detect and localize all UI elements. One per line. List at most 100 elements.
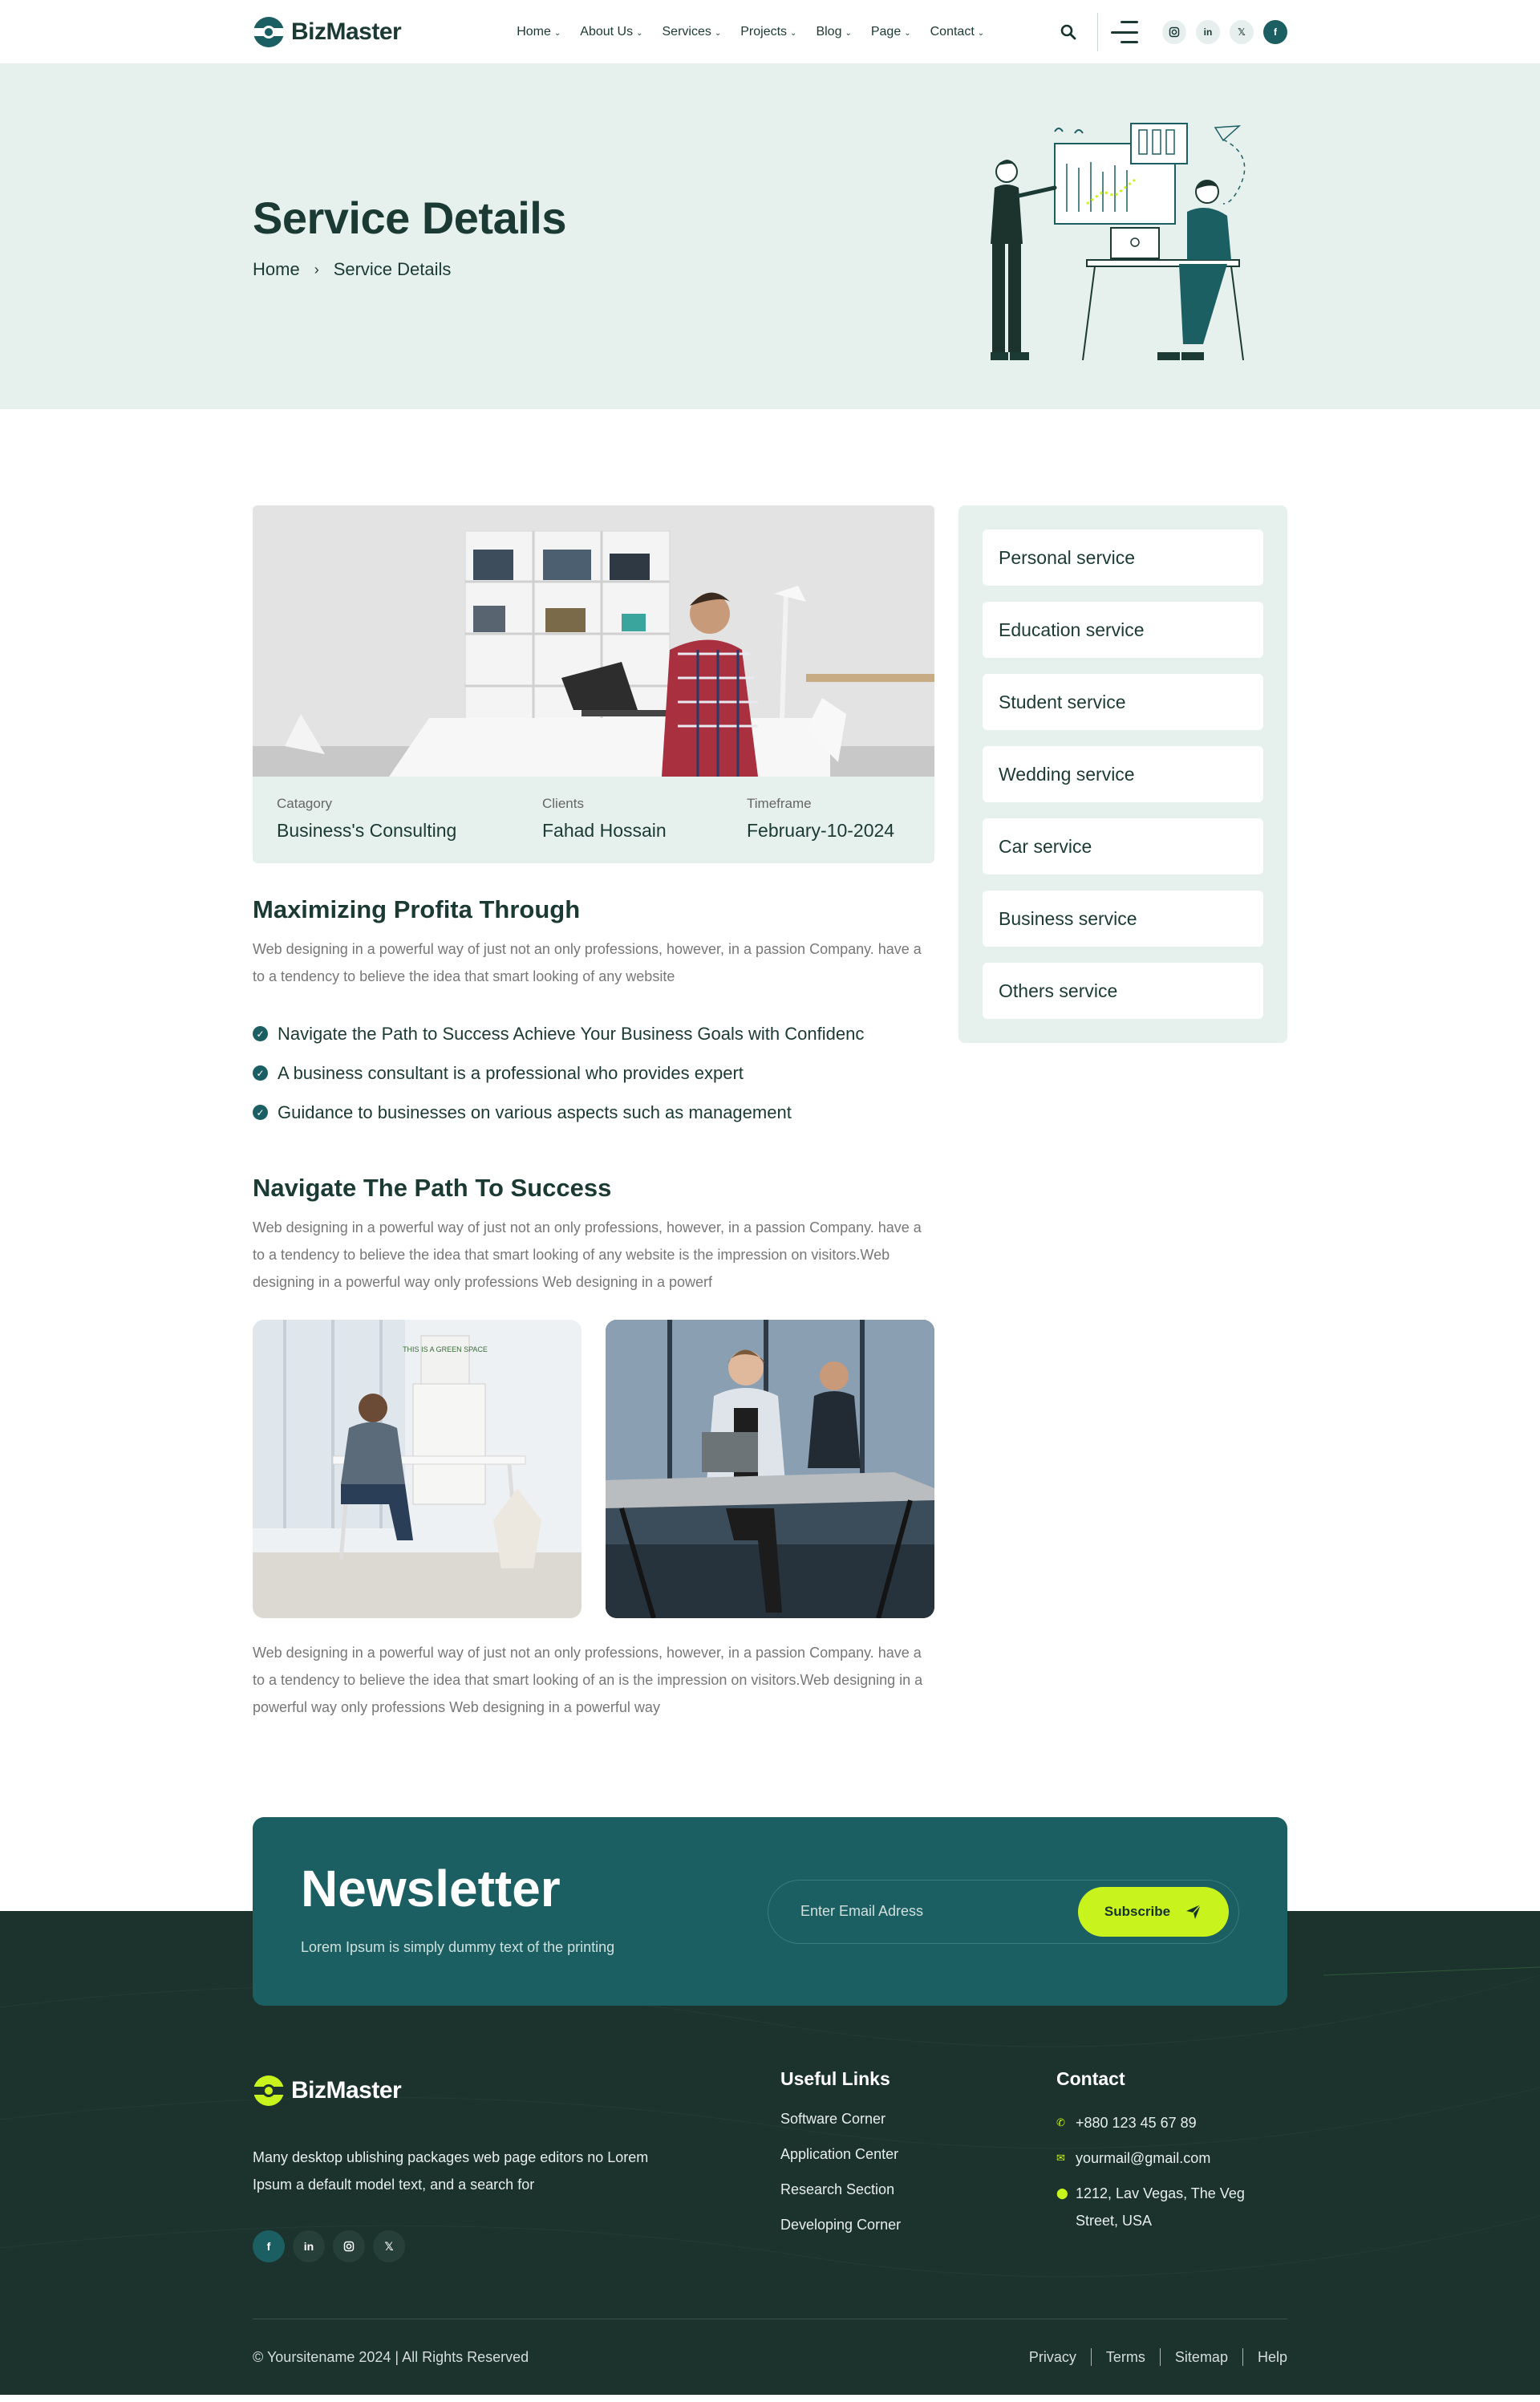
- list-item: ✓ Guidance to businesses on various aspec…: [253, 1093, 934, 1132]
- menu-icon[interactable]: [1111, 21, 1138, 43]
- chevron-down-icon: ⌄: [636, 28, 643, 38]
- list-item-text: Guidance to businesses on various aspect…: [278, 1102, 792, 1122]
- meta-clients: Clients Fahad Hossain: [542, 796, 747, 863]
- footer-link-sitemap[interactable]: Sitemap: [1175, 2349, 1228, 2366]
- photo-gallery: THIS IS A GREEN SPACE: [253, 1320, 934, 1618]
- nav-item-blog[interactable]: Blog ⌄: [816, 25, 851, 39]
- page-hero: Service Details Home › Service Details: [0, 64, 1540, 409]
- chevron-right-icon: ›: [314, 261, 319, 278]
- x-icon[interactable]: 𝕏: [1230, 20, 1254, 44]
- contact-phone[interactable]: ✆ +880 123 45 67 89: [1056, 2109, 1281, 2136]
- logo[interactable]: BizMaster: [253, 16, 402, 48]
- mail-icon: ✉: [1056, 2152, 1065, 2164]
- nav-item-contact[interactable]: Contact ⌄: [930, 25, 985, 39]
- linkedin-icon[interactable]: in: [293, 2230, 325, 2262]
- meta-value: Business's Consulting: [277, 820, 457, 841]
- nav-label: Page: [870, 25, 902, 39]
- linkedin-icon[interactable]: in: [1196, 20, 1220, 44]
- check-icon: ✓: [253, 1026, 268, 1041]
- service-details-section: Catagory Business's Consulting Clients F…: [0, 409, 1540, 1817]
- feature-checklist: ✓ Navigate the Path to Success Achieve Yo…: [253, 1014, 934, 1132]
- contact-text: yourmail@gmail.com: [1076, 2150, 1211, 2166]
- phone-icon: ✆: [1056, 2116, 1065, 2128]
- featured-image: [253, 505, 934, 777]
- list-item-text: Navigate the Path to Success Achieve You…: [278, 1023, 865, 1044]
- footer-link-privacy[interactable]: Privacy: [1029, 2349, 1076, 2366]
- services-list: Personal service Education service Stude…: [958, 505, 1287, 1043]
- footer-link-help[interactable]: Help: [1258, 2349, 1287, 2366]
- meta-value: February-10-2024: [747, 820, 895, 841]
- service-link-personal[interactable]: Personal service: [983, 529, 1263, 586]
- breadcrumb-home[interactable]: Home: [253, 259, 300, 280]
- footer-about: Many desktop ublishing packages web page…: [253, 2149, 649, 2193]
- location-pin-icon: ⬤: [1056, 2187, 1068, 2199]
- divider: [1159, 2348, 1161, 2366]
- instagram-icon[interactable]: [333, 2230, 365, 2262]
- breadcrumb: Home › Service Details: [253, 259, 451, 280]
- subscribe-button[interactable]: Subscribe: [1078, 1887, 1229, 1937]
- email-input[interactable]: [800, 1903, 1057, 1920]
- nav-item-home[interactable]: Home ⌄: [517, 25, 561, 39]
- facebook-icon[interactable]: f: [253, 2230, 285, 2262]
- section-heading: Navigate The Path To Success: [253, 1174, 612, 1202]
- newsletter-banner: Newsletter Lorem Ipsum is simply dummy t…: [253, 1817, 1287, 2006]
- poster-text: THIS IS A GREEN SPACE: [403, 1345, 488, 1353]
- newsletter-footer-wrap: BizMaster Many desktop ublishing package…: [0, 1817, 1540, 2395]
- footer-logo[interactable]: BizMaster: [253, 2075, 402, 2107]
- check-icon: ✓: [253, 1065, 268, 1081]
- footer-link[interactable]: Software Corner: [780, 2109, 901, 2144]
- logo-mark-icon: [253, 2075, 285, 2106]
- header-socials: in 𝕏 f: [1162, 20, 1287, 44]
- header-actions: in 𝕏 f: [1052, 13, 1287, 51]
- service-link-education[interactable]: Education service: [983, 602, 1263, 658]
- footer-socials: f in 𝕏: [253, 2230, 405, 2262]
- logo-text: BizMaster: [291, 18, 402, 45]
- footer-heading: Useful Links: [780, 2068, 890, 2089]
- nav-item-projects[interactable]: Projects ⌄: [740, 25, 796, 39]
- footer-useful-links: Useful Links Software Corner Application…: [780, 2068, 901, 2250]
- service-link-others[interactable]: Others service: [983, 963, 1263, 1019]
- divider: [1090, 2348, 1092, 2366]
- meta-label: Catagory: [277, 796, 332, 811]
- section-text: Web designing in a powerful way of just …: [253, 1219, 922, 1290]
- footer-link[interactable]: Research Section: [780, 2180, 901, 2215]
- nav-label: Projects: [740, 25, 788, 39]
- logo-mark-icon: [253, 17, 285, 47]
- service-link-car[interactable]: Car service: [983, 818, 1263, 874]
- nav-label: About Us: [580, 25, 634, 39]
- footer-link[interactable]: Developing Corner: [780, 2215, 901, 2250]
- subscribe-label: Subscribe: [1104, 1904, 1171, 1919]
- footer-link-terms[interactable]: Terms: [1106, 2349, 1145, 2366]
- service-link-business[interactable]: Business service: [983, 891, 1263, 947]
- contact-email[interactable]: ✉ yourmail@gmail.com: [1056, 2144, 1281, 2172]
- footer-link[interactable]: Application Center: [780, 2144, 901, 2180]
- legal-links: Privacy Terms Sitemap Help: [1029, 2348, 1287, 2366]
- facebook-icon[interactable]: f: [1263, 20, 1287, 44]
- service-link-wedding[interactable]: Wedding service: [983, 746, 1263, 802]
- chevron-down-icon: ⌄: [790, 28, 797, 38]
- nav-label: Home: [517, 25, 551, 39]
- meta-label: Clients: [542, 796, 584, 811]
- breadcrumb-current: Service Details: [333, 259, 452, 279]
- site-header: BizMaster Home ⌄ About Us ⌄ Services ⌄ Proj…: [0, 0, 1540, 64]
- copyright: © Yoursitename 2024 | All Rights Reserve…: [253, 2348, 529, 2365]
- chevron-down-icon: ⌄: [714, 28, 722, 38]
- x-icon[interactable]: 𝕏: [373, 2230, 405, 2262]
- send-icon: [1186, 1904, 1202, 1919]
- nav-label: Contact: [930, 25, 975, 39]
- chevron-down-icon: ⌄: [553, 28, 561, 38]
- footer-bottom: © Yoursitename 2024 | All Rights Reserve…: [253, 2319, 1287, 2395]
- instagram-icon[interactable]: [1162, 20, 1186, 44]
- search-icon: [1060, 24, 1076, 40]
- newsletter-form: Subscribe: [768, 1880, 1239, 1944]
- services-sidebar: Personal service Education service Stude…: [958, 505, 1287, 1721]
- nav-item-page[interactable]: Page ⌄: [871, 25, 911, 39]
- section-heading: Maximizing Profita Through: [253, 895, 581, 923]
- search-button[interactable]: [1052, 16, 1084, 48]
- service-link-student[interactable]: Student service: [983, 674, 1263, 730]
- nav-item-services[interactable]: Services ⌄: [663, 25, 722, 39]
- nav-item-about[interactable]: About Us ⌄: [580, 25, 642, 39]
- office-photo-woman-desk: [606, 1320, 934, 1618]
- contact-text: 1212, Lav Vegas, The Veg Street, USA: [1076, 2185, 1245, 2229]
- logo-text: BizMaster: [291, 2077, 402, 2104]
